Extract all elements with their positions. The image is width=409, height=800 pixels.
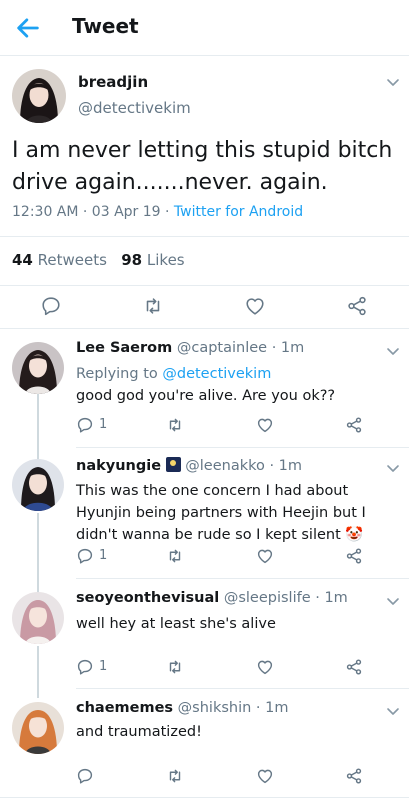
retweet-count[interactable]: 44 [12, 251, 33, 269]
chevron-down-icon[interactable] [386, 704, 400, 718]
reply-icon[interactable] [76, 767, 94, 785]
reply-author-name[interactable]: chaememes [76, 700, 173, 716]
reply-icon[interactable] [40, 295, 62, 317]
reply-header: seoyeonthevisual @sleepislife · 1m [76, 590, 348, 606]
share-icon[interactable] [346, 295, 368, 317]
like-icon[interactable] [256, 416, 274, 434]
tweet-timestamp: 12:30 AM · 03 Apr 19 · [12, 204, 174, 220]
reply-avatar[interactable] [12, 702, 64, 754]
reply-avatar[interactable] [12, 342, 64, 394]
reply-count: 1 [99, 417, 108, 432]
reply-text-line: This was the one concern I had about [76, 483, 349, 499]
reply-icon[interactable] [76, 547, 94, 565]
page-title: Tweet [72, 14, 139, 38]
reply-icon[interactable] [76, 658, 94, 676]
back-arrow-icon[interactable] [14, 14, 42, 42]
reply-author-handle[interactable]: @shikshin · 1m [178, 700, 289, 716]
thread-line [37, 394, 39, 462]
reply-author-handle[interactable]: @leenakko · 1m [185, 458, 302, 474]
like-icon[interactable] [256, 658, 274, 676]
reply-author-handle[interactable]: @sleepislife · 1m [224, 590, 348, 606]
share-icon[interactable] [345, 658, 363, 676]
reply-count: 1 [99, 548, 108, 563]
divider [0, 236, 409, 237]
reply-text: and traumatized! [76, 724, 202, 740]
share-icon[interactable] [345, 547, 363, 565]
like-count[interactable]: 98 [121, 251, 142, 269]
verified-emoji-icon [165, 457, 181, 472]
reply-count: 1 [99, 659, 108, 674]
engagement-stats: 44 Retweets 98 Likes [12, 251, 185, 269]
replying-to: Replying to @detectivekim [76, 363, 271, 385]
reply-text-line: didn't wanna be rude so I kept silent 🤡 [76, 527, 364, 543]
reply-avatar[interactable] [12, 592, 64, 644]
retweet-icon[interactable] [166, 547, 184, 565]
reply-header: nakyungie @leenakko · 1m [76, 457, 302, 474]
share-icon[interactable] [345, 767, 363, 785]
retweet-icon[interactable] [142, 295, 164, 317]
tweet-text: I am never letting this stupid bitch dri… [12, 138, 393, 195]
author-avatar[interactable] [12, 69, 66, 123]
divider [76, 578, 409, 579]
reply-text-line: Hyunjin being partners with Heejin but I [76, 505, 366, 521]
like-icon[interactable] [244, 295, 266, 317]
reply-avatar[interactable] [12, 459, 64, 511]
retweet-icon[interactable] [166, 416, 184, 434]
likes-label[interactable]: Likes [147, 251, 185, 269]
reply-header: Lee Saerom @captainlee · 1m [76, 340, 304, 356]
reply-author-handle[interactable]: @captainlee · 1m [177, 340, 304, 356]
reply-icon[interactable] [76, 416, 94, 434]
like-icon[interactable] [256, 547, 274, 565]
reply-author-name[interactable]: Lee Saerom [76, 340, 172, 356]
share-icon[interactable] [345, 416, 363, 434]
like-icon[interactable] [256, 767, 274, 785]
reply-author-name[interactable]: seoyeonthevisual [76, 590, 219, 606]
reply-author-name[interactable]: nakyungie [76, 458, 161, 474]
divider [0, 797, 409, 798]
chevron-down-icon[interactable] [386, 75, 400, 89]
retweet-icon[interactable] [166, 658, 184, 676]
chevron-down-icon[interactable] [386, 594, 400, 608]
reply-header: chaememes @shikshin · 1m [76, 700, 288, 716]
tweet-metadata: 12:30 AM · 03 Apr 19 · Twitter for Andro… [12, 204, 303, 220]
chevron-down-icon[interactable] [386, 461, 400, 475]
reply-text: well hey at least she's alive [76, 616, 276, 632]
replying-to-label: Replying to [76, 366, 163, 382]
top-bar: Tweet [0, 0, 409, 56]
reply-text: good god you're alive. Are you ok?? [76, 388, 336, 404]
divider [0, 285, 409, 286]
divider [76, 688, 409, 689]
retweet-icon[interactable] [166, 767, 184, 785]
author-handle[interactable]: @detectivekim [78, 99, 191, 117]
retweets-label[interactable]: Retweets [38, 251, 107, 269]
divider [76, 447, 409, 448]
replying-to-handle[interactable]: @detectivekim [162, 366, 271, 382]
chevron-down-icon[interactable] [386, 344, 400, 358]
tweet-source-link[interactable]: Twitter for Android [174, 204, 303, 220]
author-name[interactable]: breadjin [78, 73, 148, 91]
divider [0, 328, 409, 329]
thread-line [37, 646, 39, 698]
